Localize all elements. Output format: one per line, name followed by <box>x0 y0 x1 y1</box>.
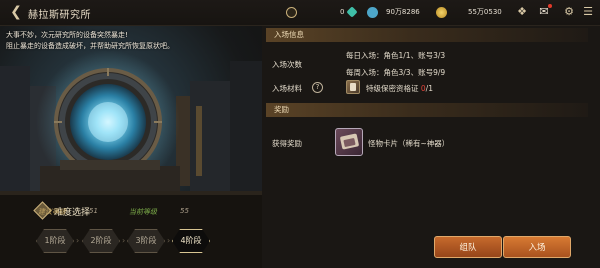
current-level-value: 55 <box>180 207 189 215</box>
back-arrow-icon[interactable]: ❮ <box>8 4 24 20</box>
stage-2-button[interactable]: 2阶段 <box>82 229 120 253</box>
extra-currency-icon <box>367 7 378 18</box>
crystal-icon <box>346 6 358 18</box>
clearance-card-icon[interactable] <box>346 80 360 94</box>
entry-material: 特级保密资格证 0/1 <box>366 83 433 94</box>
intro-line-2: 阻止暴走的设备造成破坏，并帮助研究所恢复原状吧。 <box>6 42 174 50</box>
material-required-count: /1 <box>425 84 433 93</box>
page-title: 赫拉斯研究所 <box>28 10 91 21</box>
enter-button[interactable]: 入场 <box>503 236 571 258</box>
reward-label: 获得奖励 <box>272 139 302 148</box>
gold-value: 55万0530 <box>468 8 502 16</box>
stage-3-button[interactable]: 3阶段 <box>127 229 165 253</box>
gold-value-block: 55万0530 <box>468 5 518 20</box>
stage-4-button[interactable]: 4阶段 <box>172 229 210 253</box>
stage-arrow-icon: › <box>122 236 126 245</box>
stage-arrow-icon: › <box>167 236 171 245</box>
stage-4-label: 4阶段 <box>180 236 202 245</box>
stage-1-label: 1阶段 <box>44 236 66 245</box>
fatigue-resource: 0 <box>286 5 346 20</box>
dungeon-scene: 大事不妙，次元研究所的设备突然暴走! 阻止暴走的设备造成破坏，并帮助研究所恢复原… <box>0 26 262 268</box>
notification-dot <box>548 4 552 8</box>
extra-currency <box>367 5 381 20</box>
mail-icon[interactable]: ✉ <box>537 4 552 19</box>
intro-line-1: 大事不妙，次元研究所的设备突然暴走! <box>6 31 128 39</box>
menu-icon[interactable]: ☰ <box>581 5 595 19</box>
stage-intro: 大事不妙，次元研究所的设备突然暴走! 阻止暴走的设备造成破坏，并帮助研究所恢复原… <box>6 30 260 52</box>
stage-arrow-icon: › <box>76 236 80 245</box>
stage-3-label: 3阶段 <box>135 236 157 245</box>
entry-count-label: 入场次数 <box>272 60 302 69</box>
crystal-value: 90万8286 <box>386 8 420 16</box>
gold-resource <box>436 5 450 20</box>
reward-item-text: 怪物卡片（稀有~神器） <box>368 139 450 148</box>
fatigue-value: 0 <box>340 8 345 16</box>
stage-1-button[interactable]: 1阶段 <box>36 229 74 253</box>
help-icon[interactable]: ? <box>312 82 323 93</box>
reward-header: 奖励 <box>266 103 588 117</box>
party-button[interactable]: 组队 <box>434 236 502 258</box>
monster-card-icon[interactable] <box>335 128 363 156</box>
top-bar: ❮ 赫拉斯研究所 0 90万8286 55万0530 ❖ ✉ ⚙ ☰ <box>0 0 600 26</box>
gold-icon <box>436 7 447 18</box>
material-name: 特级保密资格证 <box>366 84 419 93</box>
recommended-level-label: 建议等级 <box>38 208 66 216</box>
crystal-resource <box>346 5 360 20</box>
stage-2-label: 2阶段 <box>90 236 112 245</box>
settings-icon[interactable]: ⚙ <box>562 5 576 19</box>
weekly-entry-text: 每周入场：角色3/3、账号9/9 <box>346 68 446 77</box>
recommended-level-value: 51 <box>89 207 98 215</box>
current-level-label: 当前等级 <box>129 208 157 216</box>
entry-material-label: 入场材料 <box>272 84 302 93</box>
daily-entry-text: 每日入场：角色1/1、账号3/3 <box>346 51 446 60</box>
entry-info-header: 入场信息 <box>266 28 588 42</box>
shop-icon[interactable]: ❖ <box>515 5 529 19</box>
fatigue-icon <box>286 7 297 18</box>
